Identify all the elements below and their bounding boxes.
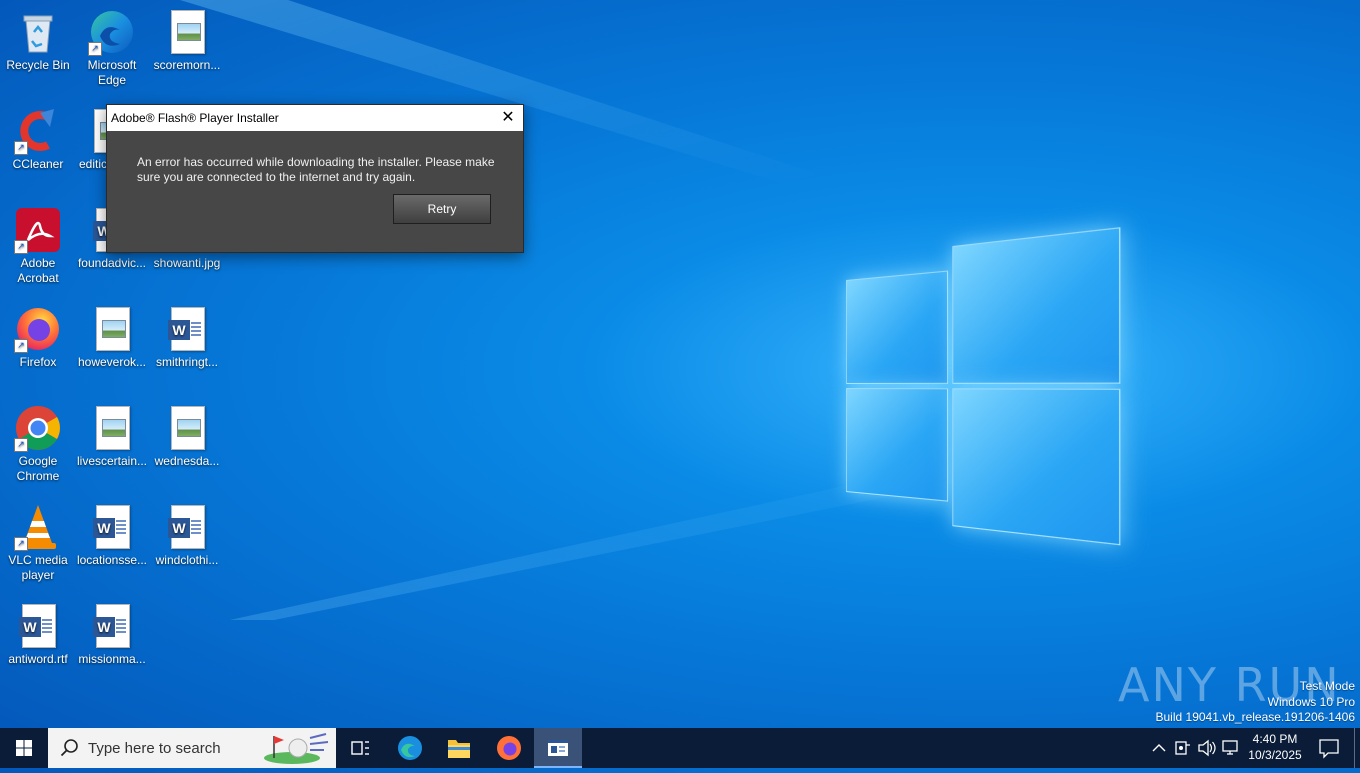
search-box[interactable]: Type here to search [48,728,336,768]
image-file-icon [74,107,106,155]
desktop-icon-recycle-bin[interactable]: Recycle Bin [0,8,76,73]
word-file-icon: W [163,305,211,353]
vlc-cone-icon: ↗ [14,503,62,551]
desktop-icon-vlc[interactable]: ↗ VLC media player [0,503,76,583]
desktop-icon-livescertain[interactable]: livescertain... [74,404,150,469]
chevron-up-icon[interactable] [1150,728,1168,768]
desktop-icon-editic[interactable]: editic [74,107,106,172]
desktop-icon-locationsse[interactable]: W locationsse... [74,503,150,568]
dialog-title: Adobe® Flash® Player Installer [111,111,279,125]
word-file-icon: W [163,503,211,551]
ccleaner-icon: ↗ [14,107,62,155]
desktop-icon-wednesda[interactable]: wednesda... [149,404,225,469]
desktop-icon-scoremorn[interactable]: scoremorn... [149,8,225,73]
task-view-icon [351,741,369,755]
image-file-icon [88,404,136,452]
taskbar: Type here to search 4:40 PM 10/3/2025 [0,728,1360,768]
word-file-icon: W [14,602,62,650]
search-placeholder: Type here to search [88,740,221,757]
folder-icon [448,740,470,758]
edge-icon: ↗ [88,8,136,56]
show-desktop-button[interactable] [1354,728,1360,768]
desktop-icon-windclothi[interactable]: W windclothi... [149,503,225,568]
volume-icon[interactable] [1196,728,1218,768]
desktop-icon-firefox[interactable]: ↗ Firefox [0,305,76,370]
dialog-titlebar[interactable]: Adobe® Flash® Player Installer ✕ [107,105,523,131]
taskbar-firefox[interactable] [485,728,533,768]
taskbar-edge[interactable] [386,728,434,768]
firefox-icon: ↗ [14,305,62,353]
system-clock[interactable]: 4:40 PM 10/3/2025 [1244,731,1306,763]
windows-logo-wallpaper [846,227,1121,546]
desktop-icon-microsoft-edge[interactable]: ↗ Microsoft Edge [74,8,150,88]
network-monitor-icon[interactable] [1172,728,1192,768]
error-message: An error has occurred while downloading … [137,155,495,184]
word-file-icon: W [88,602,136,650]
recycle-bin-icon [14,8,62,56]
desktop-icon-adobe-acrobat[interactable]: ↗ Adobe Acrobat [0,206,76,286]
desktop-icon-antiword[interactable]: W antiword.rtf [0,602,76,667]
test-mode-info: Test Mode Windows 10 Pro Build 19041.vb_… [1155,679,1356,724]
desktop-icon-smithringt[interactable]: W smithringt... [149,305,225,370]
clock-time: 4:40 PM [1252,732,1298,746]
taskbar-file-explorer[interactable] [435,728,483,768]
task-view-button[interactable] [336,728,384,768]
start-button[interactable] [0,728,48,768]
retry-button[interactable]: Retry [393,194,491,224]
desktop-icon-missionma[interactable]: W missionma... [74,602,150,667]
close-icon[interactable]: ✕ [493,105,523,131]
image-file-icon [88,305,136,353]
chrome-icon: ↗ [14,404,62,452]
notification-icon[interactable] [1312,728,1346,768]
search-icon [60,739,78,757]
taskbar-flash-installer[interactable] [534,728,582,768]
clock-date: 10/3/2025 [1248,748,1302,762]
edge-icon [398,736,422,760]
installer-window-icon [548,740,568,756]
acrobat-icon: ↗ [14,206,62,254]
flash-installer-dialog: Adobe® Flash® Player Installer ✕ An erro… [106,104,524,253]
desktop-icon-howeverok[interactable]: howeverok... [74,305,150,370]
word-file-icon: W [88,503,136,551]
windows-start-icon [16,740,32,756]
network-icon[interactable] [1220,728,1242,768]
image-file-icon [163,404,211,452]
image-file-icon [163,8,211,56]
desktop-icon-ccleaner[interactable]: ↗ CCleaner [0,107,76,172]
firefox-icon [497,736,521,760]
search-highlight-golf-icon [264,733,329,764]
desktop-icon-google-chrome[interactable]: ↗ Google Chrome [0,404,76,484]
